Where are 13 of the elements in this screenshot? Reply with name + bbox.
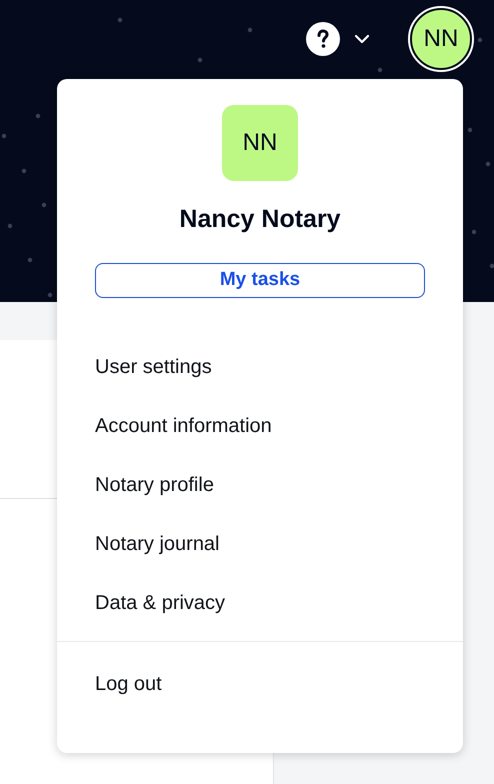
menu-item[interactable]: Data & privacy (95, 588, 425, 616)
avatar-button[interactable]: NN (410, 8, 472, 70)
menu-item[interactable]: Account information (95, 412, 425, 440)
menu-item[interactable]: Notary journal (95, 530, 425, 558)
question-mark-icon (316, 29, 330, 49)
my-tasks-button[interactable]: My tasks (95, 262, 425, 298)
menu-item[interactable]: User settings (95, 352, 425, 380)
menu-item[interactable]: Log out (95, 670, 425, 698)
chevron-down-icon[interactable] (354, 34, 370, 44)
menu-item[interactable]: Notary profile (95, 470, 425, 498)
help-button[interactable] (306, 22, 340, 56)
user-avatar: NN (222, 105, 298, 181)
user-name: Nancy Notary (179, 204, 341, 235)
